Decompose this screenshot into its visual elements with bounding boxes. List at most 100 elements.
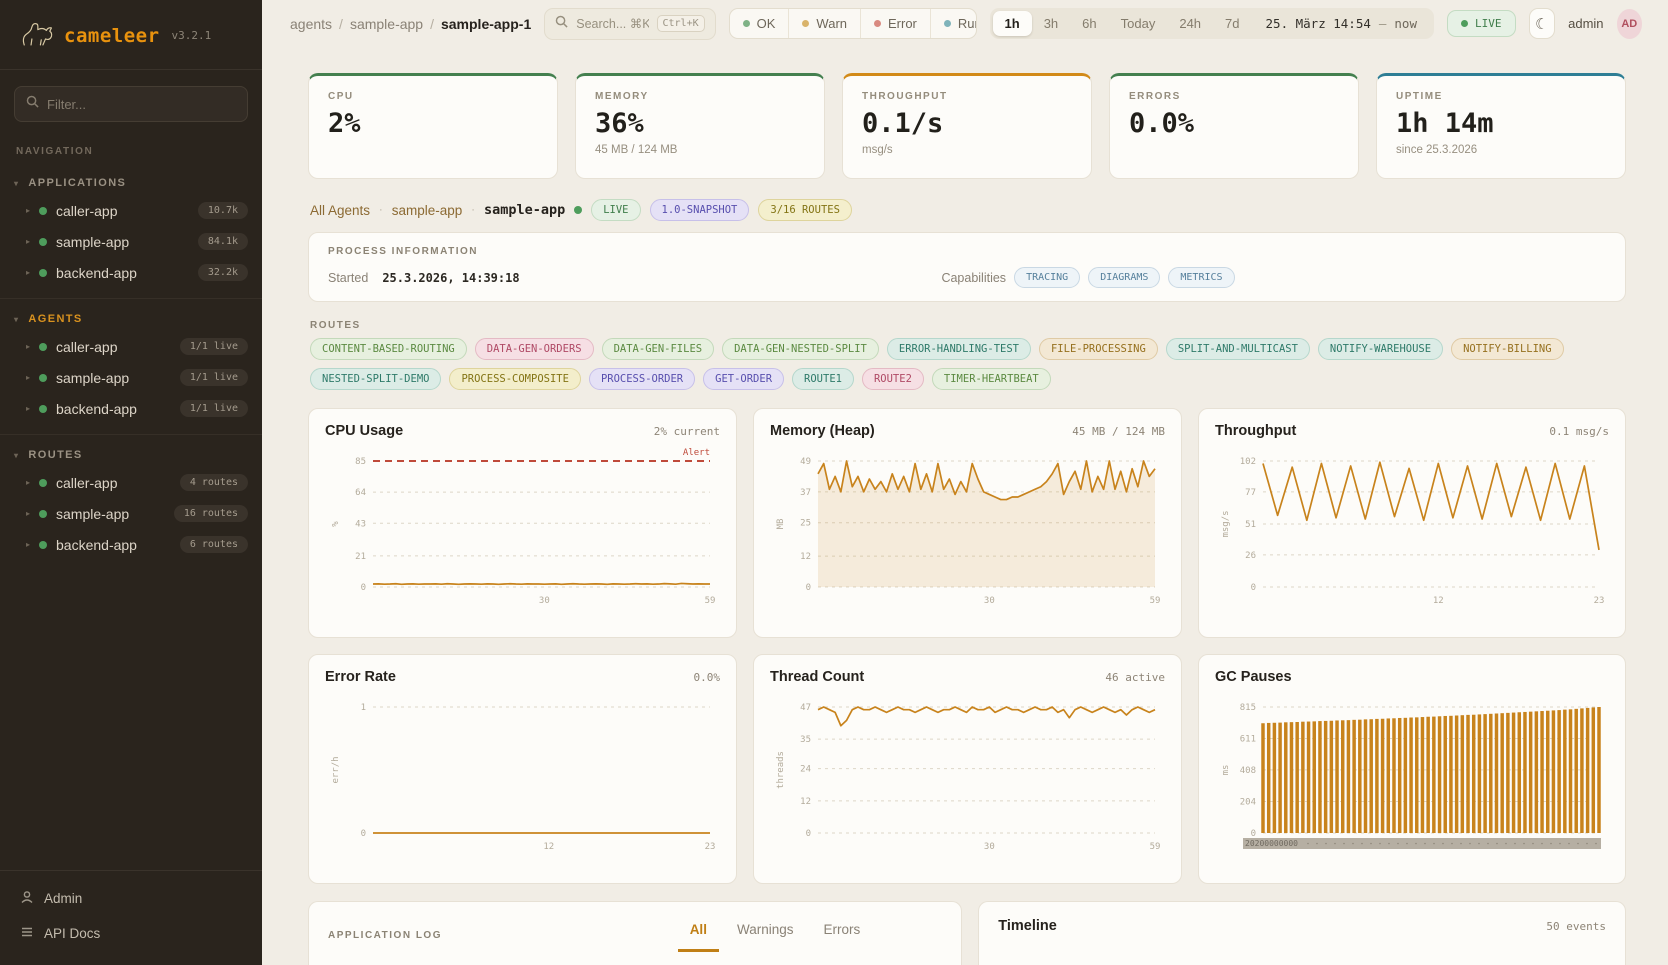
application-log-card: APPLICATION LOG All Warnings Errors (308, 901, 962, 965)
svg-text:25: 25 (800, 519, 811, 529)
route-chip[interactable]: DATA-GEN-FILES (602, 338, 715, 360)
svg-text:0: 0 (361, 829, 366, 839)
route-chip[interactable]: TIMER-HEARTBEAT (932, 368, 1051, 390)
range-7d[interactable]: 7d (1213, 11, 1251, 36)
item-label: backend-app (56, 265, 137, 281)
route-chip[interactable]: SPLIT-AND-MULTICAST (1166, 338, 1310, 360)
route-chip[interactable]: PROCESS-COMPOSITE (449, 368, 580, 390)
caret-right-icon: ▸ (26, 509, 30, 518)
stat-card-memory: MEMORY 36% 45 MB / 124 MB (575, 73, 825, 179)
filter-error[interactable]: Error (861, 9, 931, 38)
range-24h[interactable]: 24h (1167, 11, 1213, 36)
sample-app-link[interactable]: sample-app (392, 203, 463, 218)
live-dot-icon (1461, 20, 1468, 27)
stat-value: 1h 14m (1396, 108, 1606, 139)
sidebar-item-sample-app[interactable]: ▸ sample-app 84.1k (0, 226, 262, 257)
chart-throughput: Throughput 0.1 msg/s 1027751260msg/s1223 (1198, 408, 1626, 638)
sidebar-item-caller-app[interactable]: ▸ caller-app 10.7k (0, 195, 262, 226)
sidebar-item-routes-sample-app[interactable]: ▸ sample-app 16 routes (0, 498, 262, 529)
throughput-plot: 1027751260msg/s1223 (1215, 447, 1609, 619)
svg-text:59: 59 (1150, 596, 1161, 606)
sidebar-item-backend-app[interactable]: ▸ backend-app 32.2k (0, 257, 262, 288)
route-chip[interactable]: GET-ORDER (703, 368, 784, 390)
app-name: cameleer (64, 25, 160, 47)
breadcrumb-current: sample-app-1 (441, 16, 531, 32)
agent-status-dot (574, 206, 582, 214)
time-display[interactable]: 25. März 14:54 — now (1252, 11, 1431, 36)
moon-icon: ☾ (1535, 15, 1548, 33)
route-chips: CONTENT-BASED-ROUTING DATA-GEN-ORDERS DA… (310, 338, 1624, 390)
sidebar-item-agent-backend-app[interactable]: ▸ backend-app 1/1 live (0, 393, 262, 424)
section-head-agents[interactable]: ▾ AGENTS (0, 307, 262, 331)
all-agents-link[interactable]: All Agents (310, 203, 370, 218)
range-3h[interactable]: 3h (1032, 11, 1070, 36)
stat-card-errors: ERRORS 0.0% (1109, 73, 1359, 179)
sidebar-footer: Admin API Docs (0, 870, 262, 965)
svg-text:204: 204 (1240, 797, 1256, 807)
memory-heap-plot: 493725120MB3059 (770, 447, 1165, 619)
filter-input[interactable] (47, 97, 236, 112)
camel-logo-icon (20, 18, 54, 53)
tab-warnings[interactable]: Warnings (725, 918, 806, 952)
filter-warn[interactable]: Warn (789, 9, 861, 38)
sidebar-item-agent-caller-app[interactable]: ▸ caller-app 1/1 live (0, 331, 262, 362)
route-chip[interactable]: ERROR-HANDLING-TEST (887, 338, 1031, 360)
route-chip[interactable]: CONTENT-BASED-ROUTING (310, 338, 467, 360)
route-chip[interactable]: ROUTE2 (862, 368, 924, 390)
section-label: AGENTS (28, 313, 82, 325)
username: admin (1568, 16, 1603, 31)
status-dot (39, 238, 47, 246)
status-dot (39, 374, 47, 382)
list-icon (20, 925, 34, 942)
section-head-applications[interactable]: ▾ APPLICATIONS (0, 171, 262, 195)
chart-title: Error Rate (325, 669, 396, 685)
sidebar-item-api-docs[interactable]: API Docs (0, 916, 262, 951)
section-head-routes[interactable]: ▾ ROUTES (0, 443, 262, 467)
caret-right-icon: ▸ (26, 373, 30, 382)
filter-label: Running (958, 16, 977, 31)
route-chip[interactable]: DATA-GEN-NESTED-SPLIT (722, 338, 879, 360)
breadcrumb-sample-app[interactable]: sample-app (350, 16, 423, 32)
tab-all[interactable]: All (678, 918, 719, 952)
chart-gc-pauses: GC Pauses 8156114082040ms20200000000 (1198, 654, 1626, 884)
sidebar-item-agent-sample-app[interactable]: ▸ sample-app 1/1 live (0, 362, 262, 393)
range-6h[interactable]: 6h (1070, 11, 1108, 36)
svg-text:%: % (331, 521, 341, 527)
count-badge: 4 routes (180, 474, 248, 491)
breadcrumb-separator: / (339, 16, 343, 32)
route-chip[interactable]: ROUTE1 (792, 368, 854, 390)
filter-ok[interactable]: OK (730, 9, 790, 38)
sidebar-item-admin[interactable]: Admin (0, 881, 262, 916)
sidebar-item-routes-backend-app[interactable]: ▸ backend-app 6 routes (0, 529, 262, 560)
range-today[interactable]: Today (1109, 11, 1168, 36)
caret-down-icon: ▾ (14, 179, 19, 188)
route-chip[interactable]: DATA-GEN-ORDERS (475, 338, 594, 360)
route-chip[interactable]: FILE-PROCESSING (1039, 338, 1158, 360)
route-chip[interactable]: NOTIFY-BILLING (1451, 338, 1564, 360)
sidebar-item-routes-caller-app[interactable]: ▸ caller-app 4 routes (0, 467, 262, 498)
search-icon (26, 95, 39, 113)
chart-title: GC Pauses (1215, 669, 1292, 685)
item-label: sample-app (56, 370, 129, 386)
sidebar-filter[interactable] (14, 86, 248, 122)
live-badge[interactable]: LIVE (1447, 10, 1516, 37)
route-chip[interactable]: PROCESS-ORDER (589, 368, 695, 390)
stat-value: 2% (328, 108, 538, 139)
sidebar: cameleer v3.2.1 NAVIGATION ▾ APPLICATION… (0, 0, 262, 965)
bottom-row: APPLICATION LOG All Warnings Errors Time… (308, 901, 1626, 965)
svg-text:408: 408 (1240, 766, 1256, 776)
filter-running[interactable]: Running (931, 9, 977, 38)
breadcrumb-agents[interactable]: agents (290, 16, 332, 32)
tab-errors[interactable]: Errors (811, 918, 872, 952)
version-badge: 1.0-SNAPSHOT (650, 199, 750, 221)
route-chip[interactable]: NOTIFY-WAREHOUSE (1318, 338, 1443, 360)
count-badge: 10.7k (198, 202, 248, 219)
item-label: sample-app (56, 506, 129, 522)
avatar[interactable]: AD (1617, 9, 1642, 39)
global-search[interactable]: Ctrl+K (544, 8, 715, 40)
search-input[interactable] (576, 17, 648, 31)
dark-mode-toggle[interactable]: ☾ (1529, 8, 1556, 39)
route-chip[interactable]: NESTED-SPLIT-DEMO (310, 368, 441, 390)
separator: · (471, 204, 475, 216)
range-1h[interactable]: 1h (993, 11, 1032, 36)
